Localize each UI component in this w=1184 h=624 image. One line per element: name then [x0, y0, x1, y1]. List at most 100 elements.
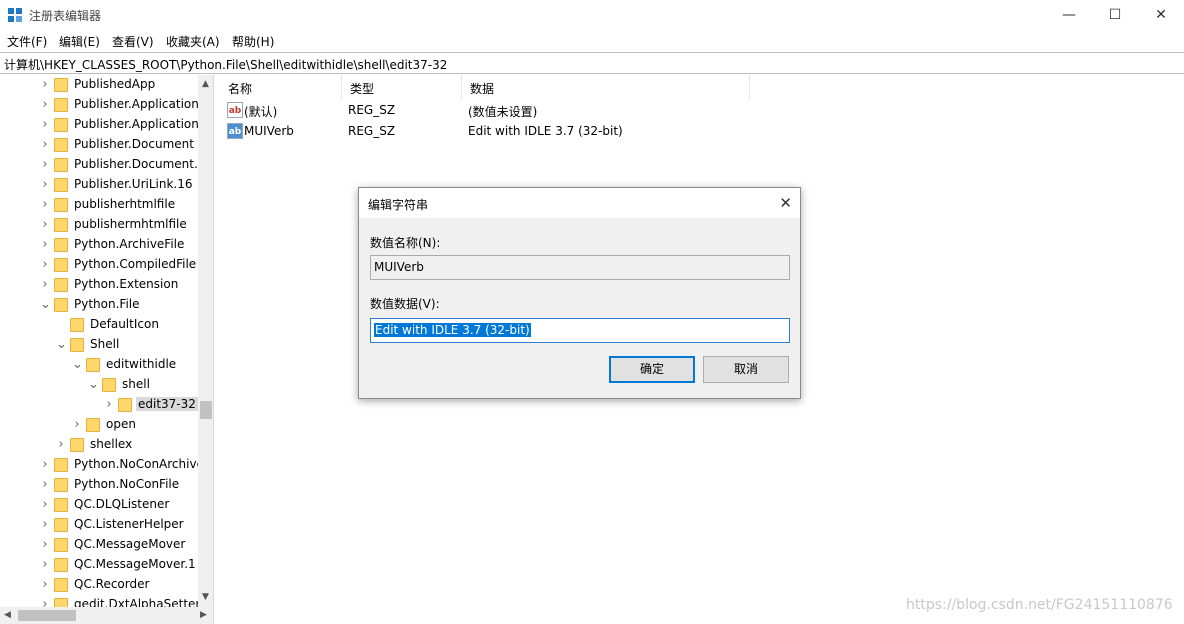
chevron-down-icon[interactable]: ⌄ — [72, 358, 83, 372]
chevron-right-icon[interactable]: › — [40, 278, 50, 292]
scroll-right-icon[interactable]: ▶ — [200, 610, 207, 620]
tree-node[interactable]: › publishermhtmlfile — [0, 215, 198, 235]
tree-node-label: Publisher.Application. — [74, 117, 203, 131]
tree-node[interactable]: › Publisher.Document — [0, 135, 198, 155]
menu-help[interactable]: 帮助(H) — [232, 33, 274, 50]
tree-node[interactable]: ⌄ shell — [0, 375, 198, 395]
tree-node[interactable]: › PublishedApp — [0, 75, 198, 95]
tree-node[interactable]: › edit37-32 — [0, 395, 198, 415]
tree-node[interactable]: › publisherhtmlfile — [0, 195, 198, 215]
tree-node-label: QC.MessageMover.1 — [74, 557, 196, 571]
chevron-right-icon[interactable]: › — [40, 258, 50, 272]
folder-icon — [54, 238, 68, 252]
tree-node-label: edit37-32 — [136, 397, 198, 411]
menu-bar: 文件(F) 编辑(E) 查看(V) 收藏夹(A) 帮助(H) — [0, 30, 1184, 52]
string-value-icon: ab — [227, 123, 243, 139]
chevron-down-icon[interactable]: ⌄ — [40, 298, 51, 312]
tree-node[interactable]: › QC.MessageMover.1 — [0, 555, 198, 575]
value-data-input[interactable]: Edit with IDLE 3.7 (32-bit) — [370, 318, 790, 343]
menu-edit[interactable]: 编辑(E) — [59, 33, 100, 50]
tree-node[interactable]: › Publisher.Application — [0, 95, 199, 115]
tree-vertical-scrollbar[interactable]: ▲ ▼ — [198, 75, 213, 607]
value-data: (数值未设置) — [468, 105, 538, 119]
tree-node[interactable]: › QC.MessageMover — [0, 535, 198, 555]
scroll-left-icon[interactable]: ◀ — [4, 610, 11, 620]
tree-node[interactable]: › Publisher.Application. — [0, 115, 203, 135]
scroll-down-icon[interactable]: ▼ — [202, 592, 209, 602]
chevron-right-icon[interactable]: › — [40, 238, 50, 252]
window-title: 注册表编辑器 — [29, 9, 102, 23]
tree-node[interactable]: ⌄ Shell — [0, 335, 198, 355]
tree-node[interactable]: › Python.Extension — [0, 275, 198, 295]
chevron-right-icon[interactable]: › — [40, 538, 50, 552]
chevron-right-icon[interactable]: › — [40, 158, 50, 172]
chevron-right-icon[interactable]: › — [40, 138, 50, 152]
chevron-right-icon[interactable]: › — [40, 458, 50, 472]
chevron-right-icon[interactable]: › — [40, 178, 50, 192]
tree-node[interactable]: › open — [0, 415, 198, 435]
column-header-data[interactable]: 数据 — [462, 75, 750, 99]
value-name-field[interactable]: MUIVerb — [370, 255, 790, 280]
folder-icon — [54, 198, 68, 212]
menu-favorites[interactable]: 收藏夹(A) — [166, 33, 220, 50]
cancel-button[interactable]: 取消 — [703, 356, 789, 383]
chevron-right-icon[interactable]: › — [40, 578, 50, 592]
chevron-right-icon[interactable]: › — [72, 418, 82, 432]
edit-string-dialog: 编辑字符串 ✕ 数值名称(N): MUIVerb 数值数据(V): Edit w… — [358, 187, 801, 399]
chevron-down-icon[interactable]: ⌄ — [56, 338, 67, 352]
chevron-right-icon[interactable]: › — [104, 398, 114, 412]
minimize-button[interactable]: — — [1046, 0, 1092, 30]
chevron-right-icon[interactable]: › — [40, 198, 50, 212]
chevron-right-icon[interactable]: › — [40, 498, 50, 512]
tree-node[interactable]: › Python.NoConFile — [0, 475, 198, 495]
tree-node-label: QC.ListenerHelper — [74, 517, 184, 531]
column-header-type[interactable]: 类型 — [342, 75, 462, 99]
tree-node-label: Python.File — [74, 297, 140, 311]
column-header-name[interactable]: 名称 — [220, 75, 342, 99]
menu-view[interactable]: 查看(V) — [112, 33, 154, 50]
tree-node[interactable]: › QC.DLQListener — [0, 495, 198, 515]
folder-icon — [54, 258, 68, 272]
chevron-right-icon[interactable]: › — [40, 98, 50, 112]
value-row-muiverb[interactable]: ab MUIVerb REG_SZ Edit with IDLE 3.7 (32… — [220, 121, 820, 142]
chevron-down-icon[interactable]: ⌄ — [88, 378, 99, 392]
tree-node[interactable]: › Python.ArchiveFile — [0, 235, 198, 255]
menu-file[interactable]: 文件(F) — [7, 33, 47, 50]
tree-node[interactable]: › Python.CompiledFile — [0, 255, 198, 275]
close-window-button[interactable]: ✕ — [1138, 0, 1184, 30]
tree-horizontal-scroll-thumb[interactable] — [18, 610, 76, 621]
tree-node[interactable]: › Python.NoConArchive — [0, 455, 204, 475]
chevron-right-icon[interactable]: › — [40, 518, 50, 532]
value-row-default[interactable]: ab (默认) REG_SZ (数值未设置) — [220, 100, 820, 121]
chevron-right-icon[interactable]: › — [40, 218, 50, 232]
tree-node[interactable]: › Publisher.UriLink.16 — [0, 175, 198, 195]
tree-node[interactable]: DefaultIcon — [0, 315, 198, 335]
tree-node-label: QC.MessageMover — [74, 537, 186, 551]
tree-node[interactable]: › Publisher.Document.1 — [0, 155, 205, 175]
chevron-right-icon[interactable]: › — [40, 478, 50, 492]
chevron-right-icon[interactable]: › — [40, 78, 50, 92]
maximize-button[interactable]: ☐ — [1092, 0, 1138, 30]
folder-icon — [70, 318, 84, 332]
folder-icon — [54, 98, 68, 112]
chevron-right-icon[interactable]: › — [40, 118, 50, 132]
folder-icon — [54, 218, 68, 232]
folder-icon — [54, 278, 68, 292]
dialog-close-icon[interactable]: ✕ — [779, 194, 792, 212]
dialog-titlebar: 编辑字符串 ✕ — [359, 188, 800, 218]
scroll-up-icon[interactable]: ▲ — [202, 79, 209, 89]
address-bar[interactable]: 计算机\HKEY_CLASSES_ROOT\Python.File\Shell\… — [0, 52, 1184, 74]
value-data-selected-text: Edit with IDLE 3.7 (32-bit) — [374, 323, 531, 337]
chevron-right-icon[interactable]: › — [40, 558, 50, 572]
tree-node-label: Python.ArchiveFile — [74, 237, 185, 251]
chevron-right-icon[interactable]: › — [56, 438, 66, 452]
tree-vertical-scroll-thumb[interactable] — [200, 401, 212, 419]
tree-horizontal-scrollbar[interactable]: ◀ ▶ — [0, 607, 213, 624]
ok-button[interactable]: 确定 — [609, 356, 695, 383]
tree-node[interactable]: ⌄ editwithidle — [0, 355, 198, 375]
tree-node[interactable]: ⌄ Python.File — [0, 295, 198, 315]
tree-node[interactable]: › shellex — [0, 435, 198, 455]
regedit-app-icon — [8, 8, 22, 22]
tree-node[interactable]: › QC.Recorder — [0, 575, 198, 595]
tree-node[interactable]: › QC.ListenerHelper — [0, 515, 198, 535]
